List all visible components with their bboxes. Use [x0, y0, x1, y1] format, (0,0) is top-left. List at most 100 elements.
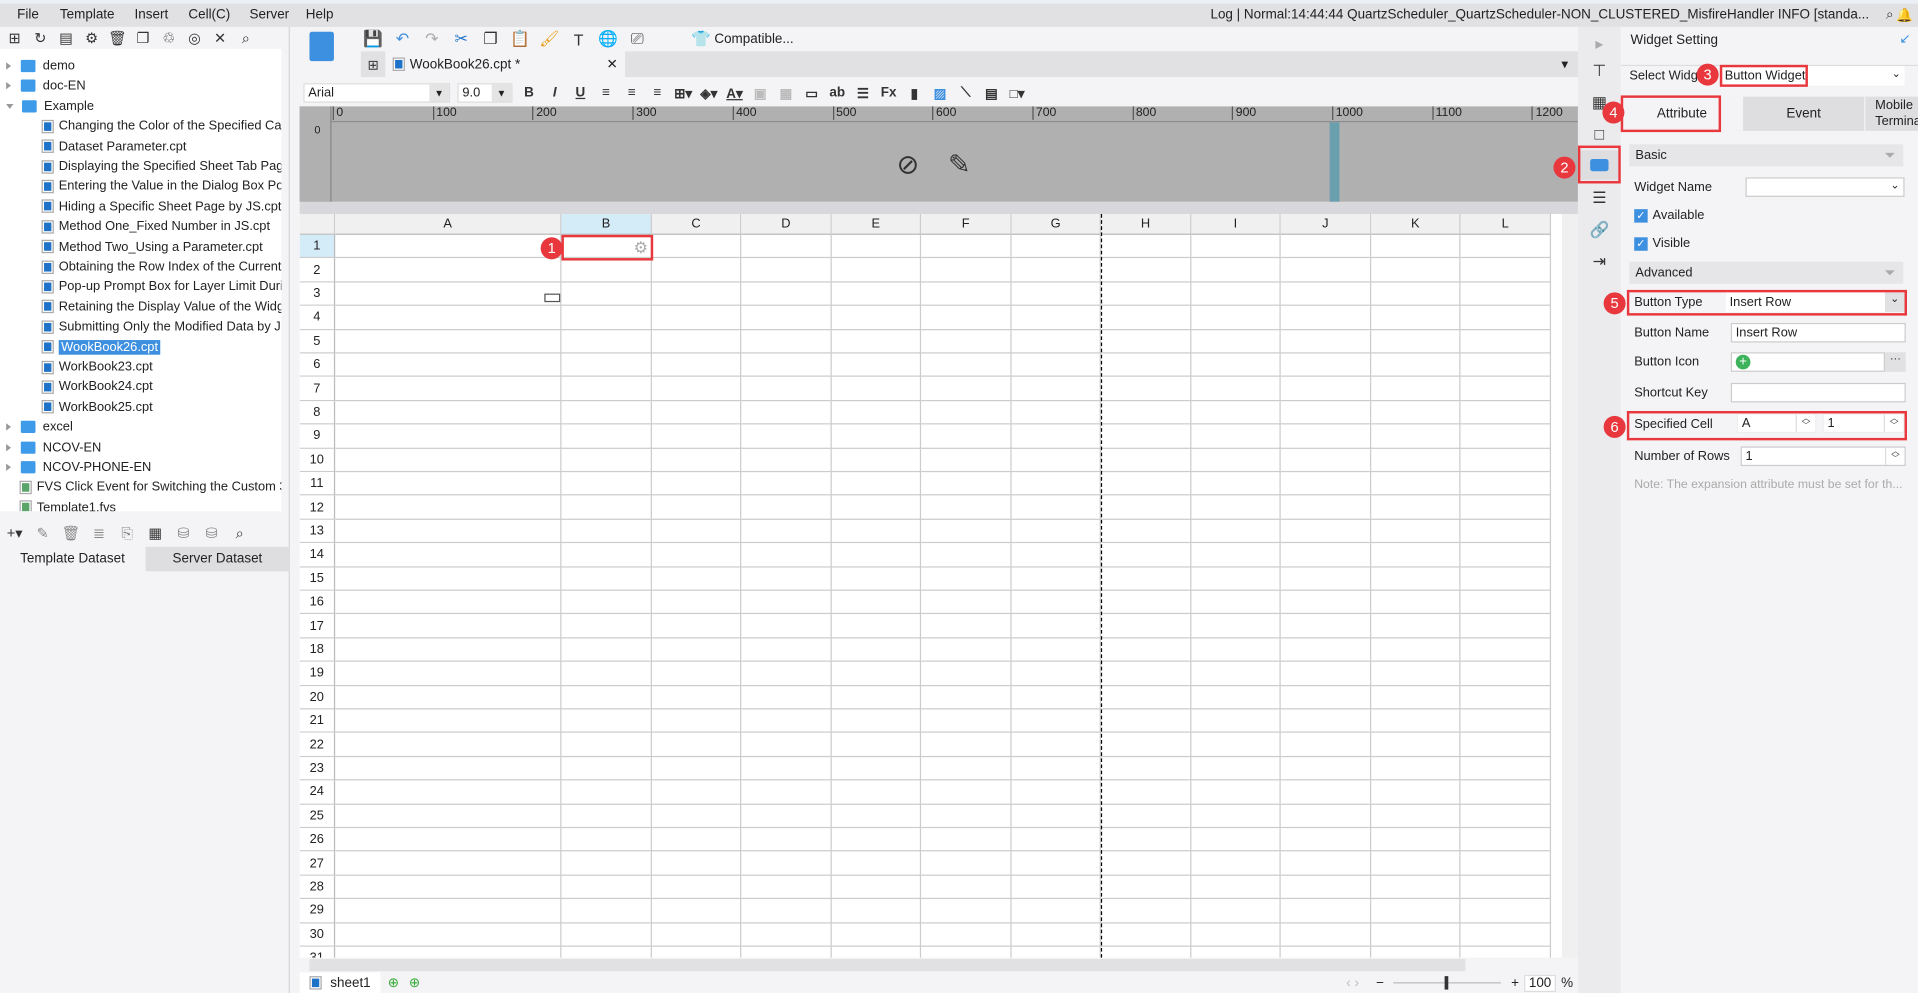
column-header[interactable]: C: [652, 214, 741, 235]
cell[interactable]: [832, 686, 921, 710]
cell[interactable]: [1371, 401, 1460, 425]
tree-file[interactable]: Hiding a Specific Sheet Page by JS.cpt: [42, 197, 282, 217]
log-status[interactable]: Log | Normal:14:44:44 QuartzScheduler_Qu…: [1210, 7, 1869, 22]
cell[interactable]: [652, 306, 741, 330]
border-icon[interactable]: ⊞▾: [674, 84, 692, 102]
cell[interactable]: [561, 567, 652, 591]
row-header[interactable]: 22: [300, 733, 335, 757]
tree-file[interactable]: Displaying the Specified Sheet Tab Page: [42, 157, 282, 177]
tree-file[interactable]: Pop-up Prompt Box for Layer Limit Durin: [42, 277, 282, 297]
cell[interactable]: [1371, 425, 1460, 449]
row-header[interactable]: 30: [300, 923, 335, 947]
cell[interactable]: [832, 401, 921, 425]
tree-file[interactable]: Dataset Parameter.cpt: [42, 137, 187, 157]
cell[interactable]: [1371, 852, 1460, 876]
recycle-icon[interactable]: ♲: [159, 29, 179, 46]
cell[interactable]: [1101, 472, 1192, 496]
row-header[interactable]: 19: [300, 662, 335, 686]
cell[interactable]: [1461, 947, 1552, 958]
cell[interactable]: [335, 306, 561, 330]
cell[interactable]: [1371, 472, 1460, 496]
row-header[interactable]: 15: [300, 567, 335, 591]
row-header[interactable]: 14: [300, 543, 335, 567]
cell[interactable]: [561, 876, 652, 900]
cell[interactable]: [832, 733, 921, 757]
cell[interactable]: [1101, 401, 1192, 425]
cell[interactable]: [1461, 567, 1552, 591]
column-header[interactable]: H: [1101, 214, 1192, 235]
cell[interactable]: [1191, 306, 1280, 330]
cell[interactable]: [921, 852, 1012, 876]
cell[interactable]: [335, 899, 561, 923]
tab-menu-icon[interactable]: ▾: [1561, 56, 1568, 72]
cell[interactable]: [652, 638, 741, 662]
tree-file[interactable]: WookBook26.cpt: [42, 337, 161, 357]
cell[interactable]: [1371, 330, 1460, 354]
cell[interactable]: [1191, 354, 1280, 378]
menu-cell[interactable]: Cell(C): [188, 7, 230, 22]
row-header[interactable]: 23: [300, 757, 335, 781]
menu-help[interactable]: Help: [306, 7, 334, 22]
column-header[interactable]: I: [1191, 214, 1280, 235]
cell[interactable]: [1281, 781, 1372, 805]
expand-arrow-icon[interactable]: [6, 104, 13, 109]
cell[interactable]: [1012, 638, 1101, 662]
cell[interactable]: [652, 852, 741, 876]
cell[interactable]: [1012, 496, 1101, 520]
cell[interactable]: [832, 425, 921, 449]
cell[interactable]: [921, 662, 1012, 686]
cell[interactable]: [1281, 947, 1372, 958]
cell[interactable]: [1371, 306, 1460, 330]
cell[interactable]: [561, 306, 652, 330]
cell[interactable]: [832, 923, 921, 947]
cell[interactable]: [1461, 472, 1552, 496]
cell[interactable]: [1371, 496, 1460, 520]
db-run-icon[interactable]: ⛁: [174, 524, 194, 544]
cell[interactable]: [741, 852, 832, 876]
cell[interactable]: [741, 828, 832, 852]
text-icon[interactable]: ab: [828, 84, 846, 102]
add-sheet-icon[interactable]: ⊕: [388, 975, 399, 991]
column-header[interactable]: B: [561, 214, 652, 235]
cell[interactable]: [561, 615, 652, 639]
cell[interactable]: [741, 923, 832, 947]
cell[interactable]: [1461, 448, 1552, 472]
cell[interactable]: [1281, 377, 1372, 401]
tab-wookbook26[interactable]: WookBook26.cpt * ✕: [385, 51, 625, 77]
cell[interactable]: [1461, 709, 1552, 733]
cell[interactable]: [741, 259, 832, 283]
cell[interactable]: [335, 330, 561, 354]
cell[interactable]: [335, 828, 561, 852]
column-header[interactable]: L: [1461, 214, 1552, 235]
cell[interactable]: [335, 686, 561, 710]
cell[interactable]: [832, 852, 921, 876]
tree-file[interactable]: FVS Click Event for Switching the Custom…: [20, 478, 282, 498]
cell[interactable]: [335, 472, 561, 496]
cell[interactable]: [1012, 520, 1101, 544]
cell[interactable]: [1461, 757, 1552, 781]
cell[interactable]: [832, 757, 921, 781]
cell[interactable]: [1012, 923, 1101, 947]
cell[interactable]: [921, 591, 1012, 615]
cell[interactable]: [561, 330, 652, 354]
cell[interactable]: [741, 591, 832, 615]
cell[interactable]: [1101, 733, 1192, 757]
expand-arrow-icon[interactable]: [6, 444, 11, 451]
cell[interactable]: [832, 377, 921, 401]
cell[interactable]: [921, 947, 1012, 958]
cell[interactable]: [832, 781, 921, 805]
column-header[interactable]: D: [741, 214, 832, 235]
cell[interactable]: [1281, 733, 1372, 757]
zoom-out-button[interactable]: −: [1376, 976, 1384, 991]
cell[interactable]: [1012, 567, 1101, 591]
row-header[interactable]: 24: [300, 781, 335, 805]
row-header[interactable]: 12: [300, 496, 335, 520]
cell[interactable]: [561, 377, 652, 401]
cell[interactable]: [561, 401, 652, 425]
cell[interactable]: [921, 876, 1012, 900]
cell[interactable]: [832, 472, 921, 496]
cell[interactable]: [741, 876, 832, 900]
cell[interactable]: [921, 425, 1012, 449]
cell[interactable]: [335, 496, 561, 520]
cell[interactable]: [741, 662, 832, 686]
